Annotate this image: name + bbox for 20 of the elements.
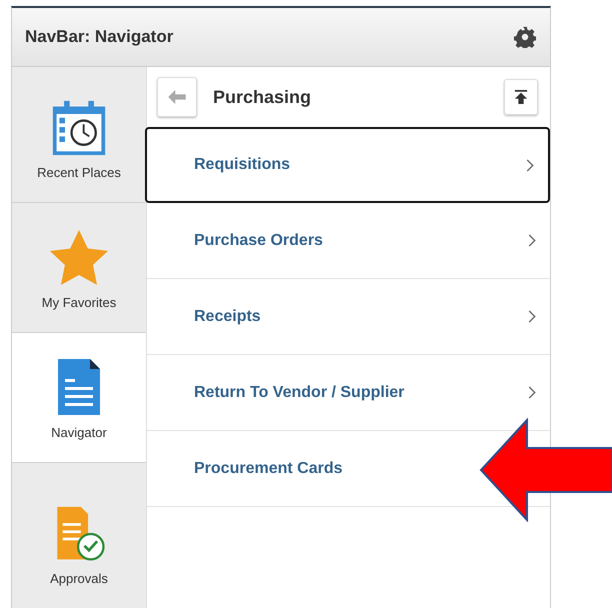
panel-title: NavBar: Navigator [25, 27, 174, 47]
document-icon [56, 357, 102, 417]
sidebar-tab[interactable]: Navigator [12, 333, 146, 463]
sidebar-tab[interactable]: Approvals [12, 463, 146, 608]
menu-item[interactable]: Purchase Orders [147, 203, 550, 279]
chevron-right-icon [528, 234, 536, 247]
sidebar-tab[interactable]: My Favorites [12, 203, 146, 333]
chevron-right-icon [528, 310, 536, 323]
menu-item[interactable]: Receipts [147, 279, 550, 355]
star-icon [49, 229, 109, 287]
scroll-top-button[interactable] [504, 79, 538, 115]
back-arrow-icon [168, 90, 186, 104]
section-title: Purchasing [213, 86, 312, 108]
menu-item[interactable]: Requisitions [145, 127, 550, 203]
chevron-right-icon [528, 386, 536, 399]
chevron-right-icon [526, 158, 534, 172]
settings-icon[interactable] [514, 26, 536, 48]
sidebar-tab[interactable]: Recent Places [12, 67, 146, 203]
arrow-to-top-icon [514, 90, 528, 104]
calendar-clock-icon [51, 99, 107, 157]
